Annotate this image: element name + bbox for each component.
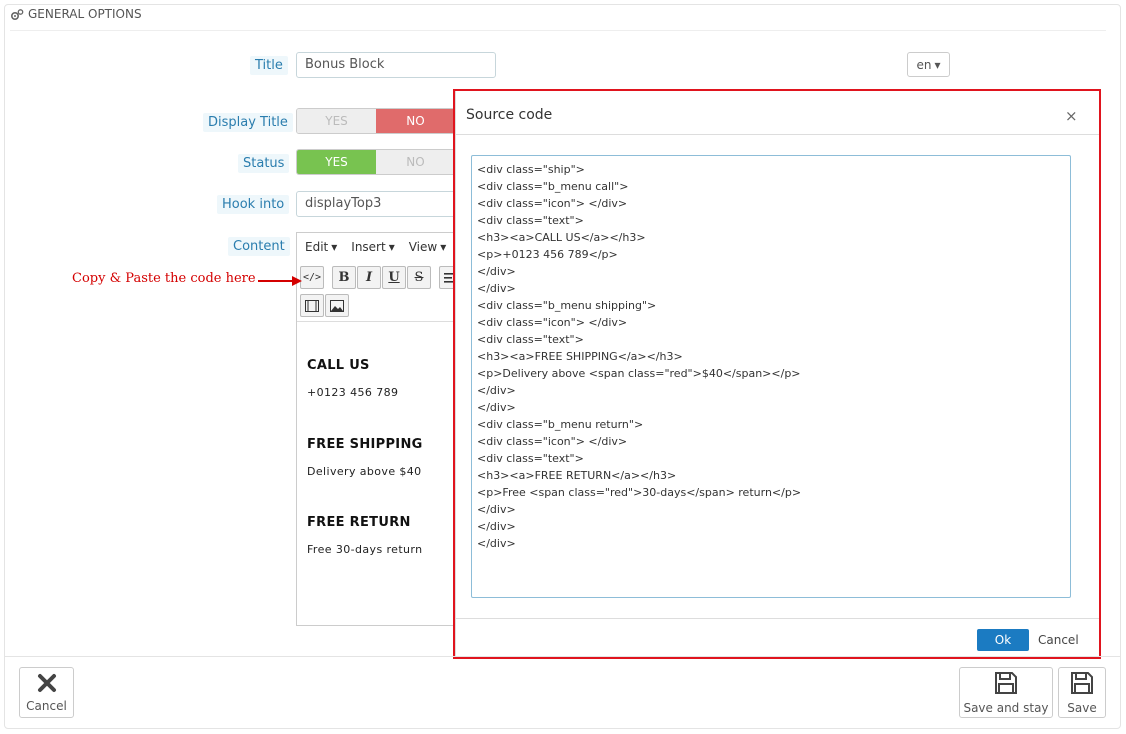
display-title-label: Display Title <box>203 113 293 132</box>
rich-text-editor: Edit ▾ Insert ▾ View ▾ </> B I U S CALL US … <box>296 232 461 626</box>
editor-toolbar-row2 <box>300 294 349 317</box>
content-label: Content <box>228 237 290 256</box>
display-title-switch[interactable]: YES NO <box>296 108 456 134</box>
language-dropdown[interactable]: en ▾ <box>907 52 950 77</box>
title-input[interactable]: Bonus Block <box>296 52 496 78</box>
menu-view[interactable]: View ▾ <box>409 239 447 255</box>
annotation-arrow-icon <box>258 276 302 286</box>
highlight-outline <box>453 89 1101 659</box>
save-and-stay-button[interactable]: Save and stay <box>959 667 1053 718</box>
save-label: Save <box>1067 700 1097 715</box>
block-text-return: Free 30-days return <box>307 543 423 556</box>
menu-edit[interactable]: Edit ▾ <box>305 239 337 255</box>
cogs-icon <box>10 8 24 22</box>
block-text-call: +0123 456 789 <box>307 386 399 399</box>
media-icon[interactable] <box>300 294 324 317</box>
cancel-button[interactable]: Cancel <box>19 667 74 718</box>
caret-down-icon: ▾ <box>934 57 941 72</box>
status-switch[interactable]: YES NO <box>296 149 456 175</box>
block-heading-shipping: FREE SHIPPING <box>307 437 423 452</box>
status-label: Status <box>238 154 290 173</box>
display-title-no[interactable]: NO <box>376 109 455 133</box>
footer-divider <box>5 656 1120 657</box>
annotation-note: Copy & Paste the code here <box>72 271 256 286</box>
status-no[interactable]: NO <box>376 150 455 174</box>
close-icon <box>37 673 57 696</box>
language-value: en <box>916 57 932 72</box>
strikethrough-icon[interactable]: S <box>407 266 431 289</box>
hook-label: Hook into <box>217 195 290 214</box>
block-heading-call: CALL US <box>307 358 370 373</box>
editor-content[interactable]: CALL US +0123 456 789 FREE SHIPPING Deli… <box>297 321 455 626</box>
menu-insert[interactable]: Insert ▾ <box>351 239 394 255</box>
display-title-yes[interactable]: YES <box>297 109 376 133</box>
bold-icon[interactable]: B <box>332 266 356 289</box>
block-text-shipping: Delivery above $40 <box>307 465 422 478</box>
status-yes[interactable]: YES <box>297 150 376 174</box>
panel-title: General options <box>28 7 142 21</box>
image-icon[interactable] <box>325 294 349 317</box>
save-button[interactable]: Save <box>1058 667 1106 718</box>
floppy-disk-icon <box>1070 671 1094 698</box>
editor-menubar: Edit ▾ Insert ▾ View ▾ <box>297 233 455 261</box>
source-code-icon[interactable]: </> <box>300 266 324 289</box>
save-and-stay-label: Save and stay <box>963 700 1049 715</box>
italic-icon[interactable]: I <box>357 266 381 289</box>
editor-toolbar-row1: </> B I U S <box>300 266 461 289</box>
underline-icon[interactable]: U <box>382 266 406 289</box>
floppy-disk-icon <box>994 671 1018 698</box>
panel-heading: General options <box>10 7 1106 31</box>
cancel-label: Cancel <box>26 698 67 713</box>
block-heading-return: FREE RETURN <box>307 515 411 530</box>
hook-select[interactable]: displayTop3 <box>296 191 456 217</box>
title-label: Title <box>250 56 288 75</box>
